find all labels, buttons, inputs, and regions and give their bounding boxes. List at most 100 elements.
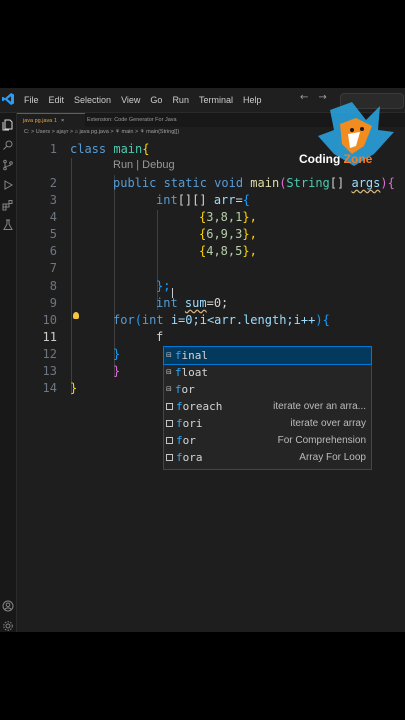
tab-java-pg[interactable]: java pg.java 1 ×	[17, 113, 85, 128]
suggestion-item[interactable]: fora Array For Loop	[164, 449, 371, 466]
lightbulb-icon[interactable]	[73, 312, 79, 319]
menu-go[interactable]: Go	[150, 95, 162, 105]
paren-token: )	[315, 313, 323, 327]
brace-token: {	[242, 193, 250, 207]
suggestion-widget: ⊟ final ⊟ float ⊟ for foreach iterate ov…	[163, 346, 372, 470]
menu-edit[interactable]: Edit	[49, 95, 65, 105]
suggestion-label: or	[181, 383, 195, 396]
suggestion-label: ori	[182, 417, 203, 430]
type-token: String	[286, 176, 330, 190]
array-token: []	[329, 176, 345, 190]
brace-token: {	[142, 142, 150, 156]
gear-icon[interactable]	[2, 620, 14, 632]
line-number: 3	[49, 193, 57, 207]
search-icon[interactable]	[2, 139, 14, 151]
breadcrumb[interactable]: C: > Users > ajayr > ⌂ java pg.java > ⚘ …	[24, 129, 179, 139]
line-number: 11	[42, 330, 57, 344]
menu-run[interactable]: Run	[172, 95, 189, 105]
watermark-word: Zone	[343, 152, 373, 166]
paren-token: (	[134, 313, 142, 327]
suggestion-item[interactable]: for For Comprehension	[164, 432, 371, 449]
function-name-token: main	[250, 176, 280, 190]
suggestion-detail: iterate over an arra...	[273, 401, 366, 412]
watermark-text: Coding Zone	[299, 152, 372, 166]
line-number: 2	[49, 176, 57, 190]
match-prefix: f	[176, 417, 183, 430]
line-number: 9	[49, 296, 57, 310]
suggestion-item[interactable]: foreach iterate over an arra...	[164, 398, 371, 415]
indent-guide	[157, 210, 158, 310]
modifier-token: public static void	[113, 176, 244, 190]
bottom-letterbox	[0, 632, 405, 720]
account-icon[interactable]	[2, 600, 14, 612]
run-debug-icon[interactable]	[2, 179, 14, 191]
indent-guide	[114, 175, 115, 376]
code-line-9[interactable]: int sum=0;	[156, 296, 228, 310]
brace-token: {	[387, 176, 395, 190]
code-line-4[interactable]: {3,8,1},	[199, 210, 257, 224]
suggestion-label: inal	[181, 349, 209, 362]
line-number: 1	[49, 142, 57, 156]
suggestion-detail: Array For Loop	[299, 452, 366, 463]
keyword-icon: ⊟	[166, 351, 172, 359]
menu-terminal[interactable]: Terminal	[199, 95, 233, 105]
suggestion-item[interactable]: ⊟ for	[164, 381, 371, 398]
number-token: 4,8,5	[206, 244, 243, 258]
code-line-6[interactable]: {4,8,5},	[199, 244, 257, 258]
source-control-icon[interactable]	[2, 159, 14, 171]
suggestion-item[interactable]: fori iterate over array	[164, 415, 371, 432]
testing-icon[interactable]	[2, 219, 14, 231]
code-line-2[interactable]: public static void main(String[] args){	[113, 176, 395, 190]
param-token: args	[351, 176, 381, 190]
codelens-run-debug[interactable]: Run | Debug	[113, 159, 175, 171]
code-line-12[interactable]: }	[113, 347, 120, 361]
suggestion-detail: iterate over array	[290, 418, 366, 429]
menu-view[interactable]: View	[121, 95, 140, 105]
code-rest-token: =0;	[206, 296, 229, 310]
code-line-10[interactable]: for(int i=0;i<arr.length;i++){	[113, 313, 330, 327]
keyword-token: for	[113, 313, 135, 327]
code-line-11[interactable]: f	[156, 330, 163, 344]
suggestion-detail: For Comprehension	[277, 435, 366, 446]
snippet-icon	[166, 403, 173, 410]
keyword-icon: ⊟	[166, 385, 172, 393]
menu-selection[interactable]: Selection	[74, 95, 111, 105]
code-line-1[interactable]: class main{	[70, 142, 150, 156]
code-rest-token: i=0;i<arr.length;i++	[163, 313, 316, 327]
line-number: 8	[49, 279, 57, 293]
code-line-13[interactable]: }	[113, 364, 120, 378]
suggestion-item[interactable]: ⊟ final	[163, 346, 372, 365]
brace-token: {	[322, 313, 330, 327]
code-line-5[interactable]: {6,9,3},	[199, 227, 257, 241]
suggestion-label: oreach	[182, 400, 223, 413]
type-token: int	[156, 296, 178, 310]
tab-label: java pg.java 1	[23, 118, 57, 124]
close-icon[interactable]: ×	[61, 118, 64, 124]
top-letterbox	[0, 0, 405, 88]
match-prefix: f	[176, 400, 183, 413]
menu-file[interactable]: File	[24, 95, 39, 105]
type-token: int	[141, 313, 164, 327]
code-line-3[interactable]: int[][] arr={	[156, 193, 250, 207]
number-token: 6,9,3	[206, 227, 243, 241]
explorer-icon[interactable]	[2, 119, 14, 131]
type-token: int	[156, 193, 178, 207]
code-line-14[interactable]: }	[70, 381, 77, 395]
variable-token: arr	[213, 193, 236, 207]
tab-extension-code-generator[interactable]: Extension: Code Generator For Java	[81, 113, 183, 127]
match-prefix: f	[174, 383, 182, 396]
extensions-icon[interactable]	[2, 199, 14, 211]
array-token: [][]	[177, 193, 207, 207]
menu-help[interactable]: Help	[243, 95, 262, 105]
snippet-icon	[166, 454, 173, 461]
suggestion-item[interactable]: ⊟ float	[164, 364, 371, 381]
indent-guide	[71, 158, 72, 395]
tab-label: Extension: Code Generator For Java	[87, 117, 177, 123]
vscode-logo-icon	[2, 93, 14, 105]
line-number: 4	[49, 210, 57, 224]
brace-token: },	[242, 210, 257, 224]
activity-bar	[0, 113, 17, 632]
code-line-8[interactable]: };	[156, 279, 170, 293]
suggestion-label: or	[182, 434, 196, 447]
line-number: 14	[42, 381, 57, 395]
